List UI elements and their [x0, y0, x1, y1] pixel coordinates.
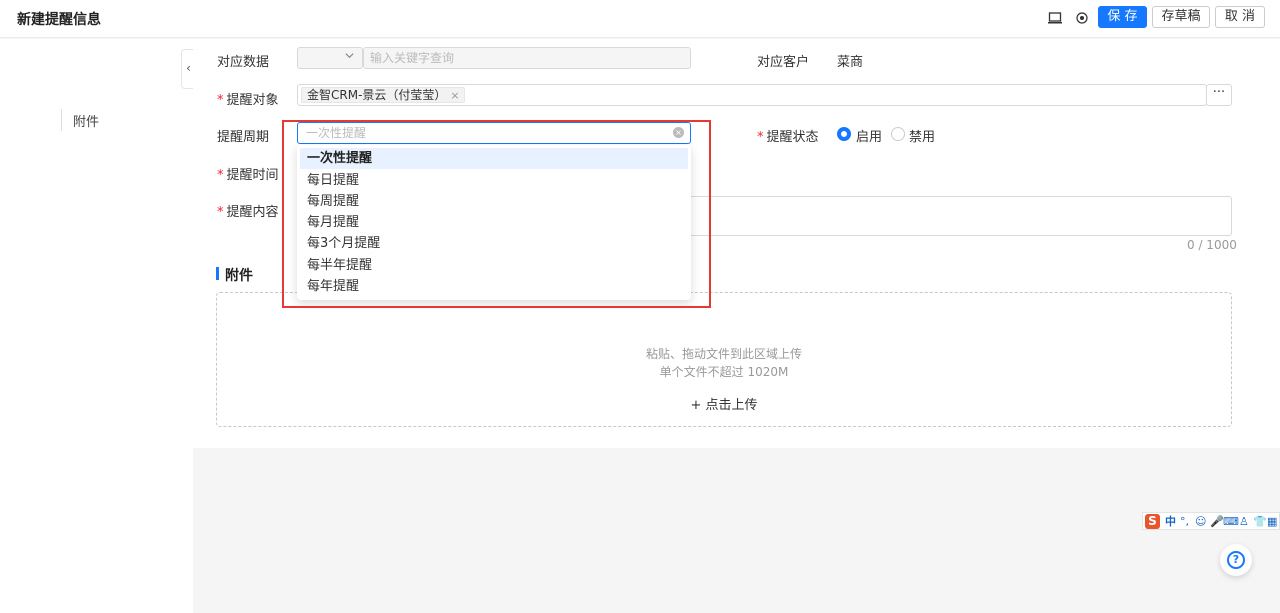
- remind-target-field[interactable]: 金智CRM-景云（付莹莹） ×: [297, 84, 1207, 106]
- related-customer-label: 对应客户: [757, 55, 810, 70]
- remind-status-label: * 提醒状态: [757, 130, 819, 145]
- period-option-weekly[interactable]: 每周提醒: [300, 191, 688, 212]
- period-option-yearly[interactable]: 每年提醒: [300, 276, 688, 297]
- sidebar-item-attachments[interactable]: 附件: [73, 111, 99, 130]
- laptop-icon[interactable]: [1047, 10, 1063, 26]
- remind-time-label: * 提醒时间: [217, 168, 279, 183]
- skin-icon[interactable]: 👕: [1253, 513, 1267, 530]
- keyboard-icon[interactable]: ⌨: [1223, 513, 1239, 530]
- ime-toolbar: S 中 °, ☺ 🎤 ⌨ ♙ 👕 ▦: [1142, 512, 1280, 530]
- period-option-quarterly[interactable]: 每3个月提醒: [300, 233, 688, 254]
- related-data-search-input[interactable]: 输入关键字查询: [363, 47, 691, 69]
- sogou-logo-icon[interactable]: S: [1145, 514, 1160, 529]
- anchor-sidebar: 附件: [0, 39, 193, 613]
- select-target-button[interactable]: ···: [1206, 84, 1232, 106]
- upload-dropzone[interactable]: 粘贴、拖动文件到此区域上传 单个文件不超过 1020M + 点击上传: [216, 292, 1232, 427]
- punctuation-icon[interactable]: °,: [1180, 513, 1189, 530]
- remind-period-select[interactable]: 一次性提醒 ×: [297, 122, 691, 144]
- char-counter: 0 / 1000: [1187, 238, 1237, 252]
- related-data-label: 对应数据: [217, 55, 270, 70]
- radio-enable[interactable]: [837, 127, 851, 141]
- remind-period-label: 提醒周期: [217, 130, 270, 145]
- period-option-once[interactable]: 一次性提醒: [300, 148, 688, 169]
- upload-size-limit: 单个文件不超过 1020M: [659, 365, 789, 379]
- related-data-type-select[interactable]: [297, 47, 363, 69]
- upload-button[interactable]: + 点击上传: [217, 394, 1231, 413]
- period-option-daily[interactable]: 每日提醒: [300, 170, 688, 191]
- upload-hint: 粘贴、拖动文件到此区域上传: [645, 347, 802, 361]
- top-bar: 新建提醒信息 保 存 存草稿 取 消: [0, 0, 1280, 38]
- help-button[interactable]: ?: [1220, 544, 1252, 576]
- question-icon: ?: [1227, 551, 1245, 569]
- cancel-button[interactable]: 取 消: [1215, 6, 1265, 28]
- period-option-half-year[interactable]: 每半年提醒: [300, 255, 688, 276]
- section-marker: [216, 267, 219, 280]
- related-customer-value: 菜商: [837, 55, 864, 70]
- save-button[interactable]: 保 存: [1098, 6, 1147, 28]
- radio-disable-label[interactable]: 禁用: [909, 126, 935, 145]
- remind-target-label: * 提醒对象: [217, 93, 279, 108]
- target-icon[interactable]: [1074, 10, 1090, 26]
- attachments-title: 附件: [225, 268, 253, 284]
- save-draft-button[interactable]: 存草稿: [1152, 6, 1210, 28]
- clear-icon[interactable]: ×: [673, 127, 684, 138]
- page-title: 新建提醒信息: [17, 12, 101, 28]
- microphone-icon[interactable]: 🎤: [1210, 513, 1224, 530]
- remind-content-label: * 提醒内容: [217, 205, 279, 220]
- period-dropdown-menu: 一次性提醒 每日提醒 每周提醒 每月提醒 每3个月提醒 每半年提醒 每年提醒: [297, 145, 691, 300]
- user-icon[interactable]: ♙: [1239, 513, 1249, 530]
- radio-disable[interactable]: [891, 127, 905, 141]
- radio-enable-label[interactable]: 启用: [856, 126, 882, 145]
- apps-grid-icon[interactable]: ▦: [1267, 513, 1277, 530]
- chevron-down-icon: [345, 51, 354, 63]
- period-option-monthly[interactable]: 每月提醒: [300, 212, 688, 233]
- emoji-icon[interactable]: ☺: [1195, 513, 1206, 530]
- remind-target-tag: 金智CRM-景云（付莹莹） ×: [301, 87, 465, 103]
- anchor-indicator: [61, 109, 62, 131]
- ime-lang-toggle[interactable]: 中: [1165, 513, 1176, 530]
- tag-close-icon[interactable]: ×: [450, 89, 459, 102]
